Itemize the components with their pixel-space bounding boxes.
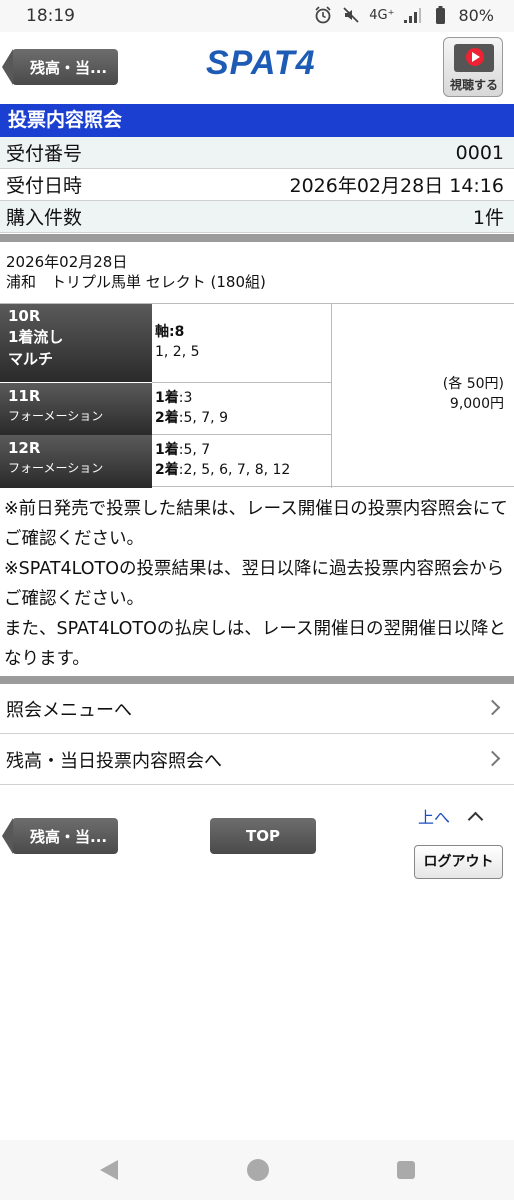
back-balance-button[interactable]: 残高・当... — [2, 49, 118, 85]
receipt-number-row: 受付番号 0001 — [0, 137, 514, 169]
bet-type: フォーメーション — [8, 409, 104, 423]
section-divider — [0, 676, 514, 684]
battery-icon — [436, 6, 446, 24]
selection-label: 1着 — [155, 390, 179, 406]
battery-level: 80% — [458, 5, 494, 25]
bet-description: 浦和 トリプル馬単 セレクト (180組) — [6, 273, 266, 291]
watch-video-button[interactable]: 視聴する — [443, 37, 503, 97]
race-number: 11R — [8, 387, 41, 405]
balance-today-label: 残高・当日投票内容照会へ — [6, 750, 222, 772]
selection-cell-12r: 1着:5, 7 2着:2, 5, 6, 7, 8, 12 — [152, 435, 332, 488]
inquiry-menu-label: 照会メニューへ — [6, 699, 132, 721]
bet-header: 2026年02月28日 浦和 トリプル馬単 セレクト (180組) — [6, 252, 266, 292]
signal-icon — [404, 8, 422, 23]
status-icons: 4G⁺ 80% — [313, 5, 494, 25]
nav-recent-apps-icon[interactable] — [397, 1161, 415, 1179]
bet-type: 1着流し — [8, 328, 64, 346]
race-cell-11r: 11R フォーメーション — [0, 383, 152, 435]
section-divider — [0, 234, 514, 242]
alarm-icon — [315, 6, 331, 24]
receipt-time-row: 受付日時 2026年02月28日 14:16 — [0, 169, 514, 201]
system-nav-bar — [0, 1140, 514, 1200]
chevron-right-icon — [484, 699, 501, 716]
site-header: 残高・当... SPAT4 視聴する — [0, 32, 514, 102]
status-time: 18:19 — [26, 6, 75, 26]
receipt-time-value: 2026年02月28日 14:16 — [289, 175, 504, 197]
selection-value: 1, 2, 5 — [155, 344, 200, 360]
status-bar: 18:19 4G⁺ 80% — [0, 0, 514, 32]
logout-button[interactable]: ログアウト — [414, 845, 503, 879]
network-indicator: 4G⁺ — [369, 7, 395, 23]
video-play-icon — [454, 44, 494, 72]
receipt-number-value: 0001 — [455, 141, 504, 164]
notes: ※前日発売で投票した結果は、レース開催日の投票内容照会にてご確認ください。 ※S… — [4, 494, 512, 674]
total-amount: 9,000円 — [449, 396, 504, 412]
scroll-up-link[interactable]: 上へ — [418, 804, 450, 828]
note-text: ※前日発売で投票した結果は、レース開催日の投票内容照会にてご確認ください。 — [4, 499, 508, 549]
selection-label: 1着 — [155, 442, 179, 458]
bet-type: マルチ — [8, 350, 54, 368]
selection-value: :3 — [178, 390, 193, 406]
selection-value: :2, 5, 6, 7, 8, 12 — [178, 462, 291, 478]
race-number: 12R — [8, 439, 41, 457]
spat4-logo[interactable]: SPAT4 — [206, 44, 316, 83]
page-title: 投票内容照会 — [0, 104, 514, 137]
bet-type: フォーメーション — [8, 461, 104, 475]
inquiry-menu-link[interactable]: 照会メニューへ — [0, 684, 514, 734]
selection-label: 2着 — [155, 462, 179, 478]
footer-back-balance-button[interactable]: 残高・当... — [2, 818, 118, 854]
selection-cell-11r: 1着:3 2着:5, 7, 9 — [152, 383, 332, 435]
selection-value: :5, 7 — [178, 442, 211, 458]
amount-cell: (各 50円) 9,000円 — [333, 304, 514, 488]
bet-date: 2026年02月28日 — [6, 253, 128, 271]
nav-back-icon[interactable] — [100, 1160, 118, 1180]
receipt-time-label: 受付日時 — [6, 175, 83, 197]
nav-home-icon[interactable] — [247, 1159, 269, 1181]
chevron-right-icon — [484, 750, 501, 767]
unit-amount: (各 50円) — [442, 376, 504, 392]
selection-value: :5, 7, 9 — [178, 410, 228, 426]
top-button[interactable]: TOP — [210, 818, 316, 854]
race-number: 10R — [8, 307, 41, 325]
purchase-count-value: 1件 — [472, 207, 504, 229]
selection-label: 2着 — [155, 410, 179, 426]
mute-icon — [343, 7, 359, 23]
watch-video-label: 視聴する — [449, 78, 498, 92]
purchase-count-row: 購入件数 1件 — [0, 201, 514, 233]
selection-label: 軸:8 — [155, 324, 185, 340]
selection-cell-10r: 軸:8 1, 2, 5 — [152, 304, 332, 383]
race-cell-10r: 10R 1着流し マルチ — [0, 304, 152, 382]
note-text: ※SPAT4LOTOの投票結果は、翌日以降に過去投票内容照会からご確認ください。 — [4, 559, 505, 609]
bet-table: 10R 1着流し マルチ 軸:8 1, 2, 5 11R フォーメーション 1着… — [0, 303, 514, 488]
chevron-up-icon[interactable] — [467, 811, 484, 828]
note-text: また、SPAT4LOTOの払戻しは、レース開催日の翌開催日以降となります。 — [4, 619, 506, 669]
balance-today-link[interactable]: 残高・当日投票内容照会へ — [0, 735, 514, 785]
race-cell-12r: 12R フォーメーション — [0, 435, 152, 488]
purchase-count-label: 購入件数 — [6, 207, 83, 229]
receipt-number-label: 受付番号 — [6, 143, 83, 165]
